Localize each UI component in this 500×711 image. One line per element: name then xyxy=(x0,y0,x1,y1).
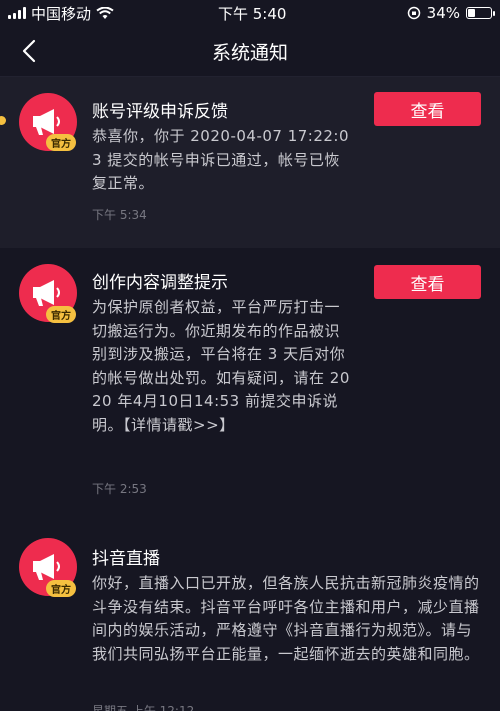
notification-time: 下午 2:53 xyxy=(92,482,147,496)
notification-title: 抖音直播 xyxy=(92,549,160,569)
status-bar: 中国移动 下午 5:40 34% xyxy=(0,0,500,26)
notification-body: 为保护原创者权益，平台严厉打击一切搬运行为。你近期发布的作品被识别到涉及搬运，平… xyxy=(92,298,350,434)
status-right: 34% xyxy=(407,4,495,22)
wifi-icon xyxy=(96,6,114,19)
clock: 下午 5:40 xyxy=(218,4,287,23)
signal-icon xyxy=(8,7,26,19)
battery-icon xyxy=(466,7,495,19)
notification-time: 星期五 上午 12:12 xyxy=(92,704,195,711)
megaphone-icon xyxy=(33,554,60,580)
notification-item[interactable]: 官方 创作内容调整提示 为保护原创者权益，平台严厉打击一切搬运行为。你近期发布的… xyxy=(0,248,500,525)
megaphone-icon xyxy=(33,280,60,306)
notification-item[interactable]: 官方 抖音直播 你好，直播入口已开放，但各族人民抗击新冠肺炎疫情的斗争没有结束。… xyxy=(0,525,500,711)
chevron-left-icon xyxy=(22,39,36,63)
view-button[interactable]: 查看 xyxy=(374,265,481,299)
back-button[interactable] xyxy=(14,34,44,68)
nav-bar: 系统通知 xyxy=(0,26,500,77)
status-left: 中国移动 xyxy=(8,3,114,24)
notification-item[interactable]: 官方 账号评级申诉反馈 恭喜你，你于 2020-04-07 17:22:03 提… xyxy=(0,77,500,248)
view-button[interactable]: 查看 xyxy=(374,92,481,126)
megaphone-icon xyxy=(33,109,60,135)
unread-dot xyxy=(0,116,6,125)
official-badge: 官方 xyxy=(46,134,76,151)
official-badge: 官方 xyxy=(46,580,76,597)
notification-title: 创作内容调整提示 xyxy=(92,273,228,293)
official-badge: 官方 xyxy=(46,306,76,323)
battery-percent: 34% xyxy=(426,4,460,22)
notification-body: 恭喜你，你于 2020-04-07 17:22:03 提交的帐号申诉已通过，帐号… xyxy=(92,127,350,192)
notification-time: 下午 5:34 xyxy=(92,208,147,222)
orientation-lock-icon xyxy=(407,6,420,20)
notification-body: 你好，直播入口已开放，但各族人民抗击新冠肺炎疫情的斗争没有结束。抖音平台呼吁各位… xyxy=(92,574,480,663)
page-title: 系统通知 xyxy=(211,41,288,64)
battery-fill xyxy=(468,9,475,17)
carrier-label: 中国移动 xyxy=(31,4,92,23)
notification-title: 账号评级申诉反馈 xyxy=(92,102,228,122)
